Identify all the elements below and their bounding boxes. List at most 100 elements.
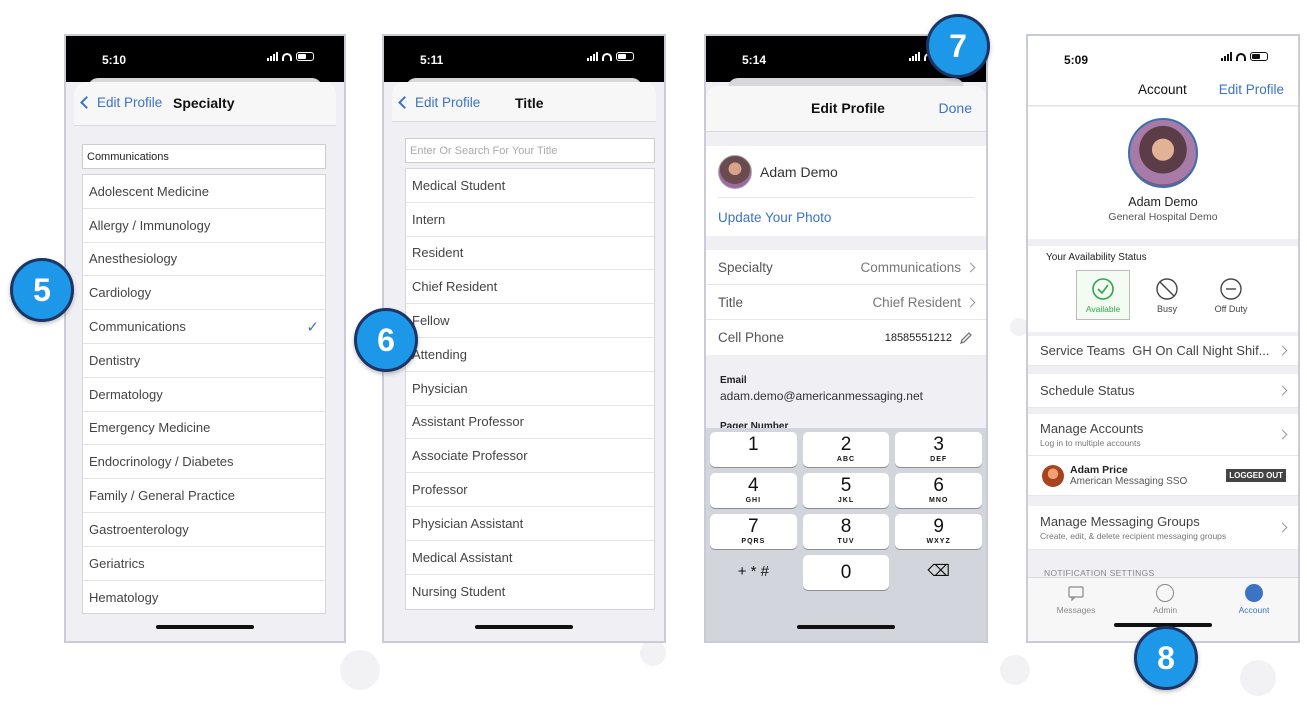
status-off-duty[interactable]: Off Duty <box>1204 270 1258 320</box>
manage-accounts-row[interactable]: Manage Accounts Log in to multiple accou… <box>1028 414 1298 456</box>
back-button[interactable]: Edit Profile <box>80 95 162 110</box>
avatar <box>1128 118 1198 188</box>
list-item[interactable]: Medical Student <box>406 169 654 203</box>
avatar <box>718 154 752 189</box>
list-item[interactable]: Allergy / Immunology <box>83 209 325 243</box>
account-icon <box>1245 584 1263 602</box>
list-item[interactable]: Attending <box>406 338 654 372</box>
list-item-selected[interactable]: Communications ✓ <box>83 310 325 344</box>
pencil-icon[interactable] <box>958 330 974 346</box>
update-photo-link[interactable]: Update Your Photo <box>718 198 974 236</box>
status-time: 5:09 <box>1064 53 1089 67</box>
list-item[interactable]: Endocrinology / Diabetes <box>83 445 325 480</box>
page-title: Title <box>515 95 544 111</box>
numeric-keypad: 1 2 ABC 3 DEF 4 GHI 5 JKL 6 MNO 7 PQRS 8 TUV 9W… <box>706 428 986 641</box>
key-8[interactable]: 8 TUV <box>802 514 890 549</box>
tab-account[interactable]: Account <box>1214 584 1294 615</box>
list-item[interactable]: Family / General Practice <box>83 479 325 513</box>
logged-out-badge: LOGGED OUT <box>1226 469 1286 482</box>
title-sheet: Edit Profile Title Enter Or Search For Y… <box>392 82 656 641</box>
profile-fields: Specialty Communications Title Chief Res… <box>706 250 986 355</box>
tab-messages[interactable]: Messages <box>1036 584 1116 615</box>
list-item[interactable]: Hematology <box>83 581 325 615</box>
specialty-search-input[interactable]: Communications <box>82 144 326 169</box>
list-item[interactable]: Chief Resident <box>406 270 654 305</box>
availability-heading: Your Availability Status <box>1046 252 1147 263</box>
delete-key-icon[interactable]: ⌫ <box>895 555 982 590</box>
key-0[interactable]: 0 <box>802 555 890 590</box>
list-item[interactable]: Adolescent Medicine <box>83 175 325 209</box>
manage-groups-row[interactable]: Manage Messaging Groups Create, edit, & … <box>1028 506 1298 550</box>
email-label: Email <box>720 375 747 386</box>
list-item[interactable]: Dentistry <box>83 344 325 378</box>
avatar <box>1042 464 1064 487</box>
title-search-input[interactable]: Enter Or Search For Your Title <box>405 138 655 163</box>
key-7[interactable]: 7 PQRS <box>710 514 797 549</box>
list-item[interactable]: Physician <box>406 372 654 406</box>
profile-name-row: Adam Demo <box>718 146 974 198</box>
list-item[interactable]: Geriatrics <box>83 547 325 581</box>
schedule-status-row[interactable]: Schedule Status <box>1028 374 1298 408</box>
home-indicator <box>156 625 254 629</box>
other-account-row[interactable]: Adam Price American Messaging SSO LOGGED… <box>1028 456 1298 496</box>
check-circle-icon <box>1092 277 1114 300</box>
no-entry-icon <box>1156 277 1178 300</box>
list-item[interactable]: Associate Professor <box>406 439 654 474</box>
specialty-sheet: Edit Profile Specialty Communications Ad… <box>74 82 336 641</box>
list-item[interactable]: Medical Assistant <box>406 541 654 575</box>
status-label: Busy <box>1156 303 1177 314</box>
status-busy[interactable]: Busy <box>1140 270 1194 320</box>
step-badge-8: 8 <box>1134 626 1198 690</box>
key-2[interactable]: 2 ABC <box>802 432 890 467</box>
list-item[interactable]: Fellow <box>406 304 654 338</box>
wifi-icon <box>1236 52 1246 61</box>
chevron-right-icon <box>1277 345 1288 356</box>
nav-bar: Edit Profile Title <box>392 82 656 122</box>
chevron-right-icon <box>1277 385 1288 396</box>
background-node <box>340 650 380 690</box>
status-bar: 5:10 <box>66 36 344 82</box>
background-node <box>1000 655 1030 685</box>
admin-icon <box>1156 584 1174 602</box>
specialty-row[interactable]: Specialty Communications <box>706 250 986 285</box>
list-item[interactable]: Resident <box>406 237 654 271</box>
status-label: Off Duty <box>1214 303 1248 314</box>
service-teams-row[interactable]: Service Teams GH On Call Night Shif... <box>1028 336 1298 366</box>
list-item[interactable]: Cardiology <box>83 276 325 311</box>
back-button[interactable]: Edit Profile <box>398 95 481 110</box>
tab-admin[interactable]: Admin <box>1125 584 1205 615</box>
minus-circle-icon <box>1220 277 1242 300</box>
list-item[interactable]: Nursing Student <box>406 575 654 609</box>
list-item[interactable]: Physician Assistant <box>406 507 654 541</box>
cell-phone-row[interactable]: Cell Phone 18585551212 <box>706 320 986 355</box>
list-item[interactable]: Professor <box>406 473 654 507</box>
list-item[interactable]: Emergency Medicine <box>83 412 325 446</box>
profile-photo-section: Adam Demo Update Your Photo <box>706 146 986 236</box>
done-button[interactable]: Done <box>939 100 972 116</box>
manage-groups-sub: Create, edit, & delete recipient messagi… <box>1040 531 1227 541</box>
list-item[interactable]: Intern <box>406 203 654 237</box>
key-1[interactable]: 1 <box>710 432 797 467</box>
key-9[interactable]: 9 WXYZ <box>895 514 982 549</box>
list-item[interactable]: Anesthesiology <box>83 243 325 277</box>
list-item[interactable]: Gastroenterology <box>83 513 325 547</box>
key-4[interactable]: 4 GHI <box>710 473 797 508</box>
status-available[interactable]: Available <box>1076 270 1130 320</box>
key-5[interactable]: 5 JKL <box>802 473 890 508</box>
list-item[interactable]: Dermatology <box>83 378 325 412</box>
edit-profile-link[interactable]: Edit Profile <box>1219 82 1284 97</box>
page-title: Account <box>1138 82 1187 97</box>
status-icons <box>267 52 314 61</box>
back-label: Edit Profile <box>415 95 481 110</box>
email-value: adam.demo@americanmessaging.net <box>720 389 923 403</box>
chevron-right-icon <box>965 297 976 307</box>
key-3[interactable]: 3 DEF <box>895 432 982 467</box>
key-6[interactable]: 6 MNO <box>895 473 982 508</box>
signal-icon <box>1221 52 1232 61</box>
availability-section: Your Availability Status Available Busy … <box>1028 246 1298 332</box>
specialty-list: Adolescent Medicine Allergy / Immunology… <box>82 174 326 614</box>
phone-title-screen: 5:11 Edit Profile Title Enter Or Search … <box>382 34 666 643</box>
title-row[interactable]: Title Chief Resident <box>706 285 986 320</box>
key-symbols[interactable]: + * # <box>710 555 797 590</box>
list-item[interactable]: Assistant Professor <box>406 406 654 440</box>
